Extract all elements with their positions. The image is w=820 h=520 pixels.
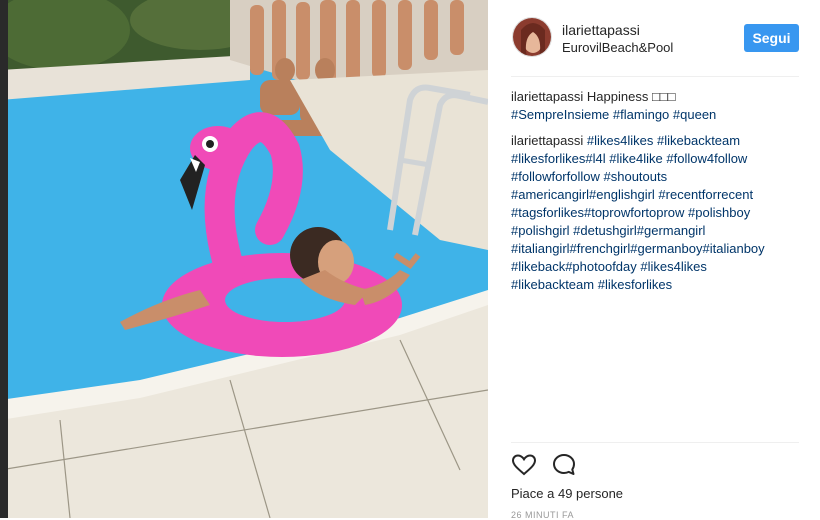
hashtag[interactable]: #followforfollow [511, 169, 600, 184]
comment-caption: ilariettapassi Happiness □□□ #SempreInsi… [511, 88, 799, 124]
comment-text: Happiness [586, 89, 652, 104]
speech-bubble-icon[interactable] [551, 452, 577, 478]
hashtag[interactable]: #polishgirl [511, 223, 570, 238]
hashtag[interactable]: #likesforlikes [598, 277, 672, 292]
post-photo[interactable] [0, 0, 488, 518]
hashtag[interactable]: #italiangirl#frenchgirl#germanboy#italia… [511, 241, 765, 256]
post-details-panel: ilariettapassi EurovilBeach&Pool Segui i… [488, 0, 820, 520]
post-header: ilariettapassi EurovilBeach&Pool Segui [488, 0, 820, 76]
post-timestamp: 26 MINUTI FA [511, 510, 575, 520]
pool-scene-image [0, 0, 488, 518]
hashtag[interactable]: #polishboy [688, 205, 750, 220]
hashtag[interactable]: #likebackteam [511, 277, 594, 292]
hashtag[interactable]: #recentforrecent [658, 187, 753, 202]
comments-list: ilariettapassi Happiness □□□ #SempreInsi… [511, 88, 799, 302]
hashtag[interactable]: #likesforlikes#l4l [511, 151, 606, 166]
hashtag[interactable]: #like4like [609, 151, 662, 166]
hashtag[interactable]: #flamingo [613, 107, 669, 122]
hashtag[interactable]: #likes4likes [587, 133, 653, 148]
avatar[interactable] [512, 17, 552, 57]
actions-divider [511, 442, 799, 443]
hashtag[interactable]: #shoutouts [604, 169, 668, 184]
hashtag[interactable]: #queen [673, 107, 716, 122]
post-location[interactable]: EurovilBeach&Pool [562, 40, 673, 55]
comment-username[interactable]: ilariettapassi [511, 89, 583, 104]
hashtag[interactable]: #detushgirl#germangirl [573, 223, 705, 238]
follow-button[interactable]: Segui [744, 24, 799, 52]
hashtag[interactable]: #likeback#photoofday [511, 259, 637, 274]
comment-username[interactable]: ilariettapassi [511, 133, 583, 148]
hashtag[interactable]: #likebackteam [657, 133, 740, 148]
hashtag[interactable]: #likes4likes [640, 259, 706, 274]
hashtag[interactable]: #SempreInsieme [511, 107, 609, 122]
heart-icon[interactable] [511, 452, 537, 478]
comment-emoji: □□□ [651, 89, 676, 104]
hashtag[interactable]: #follow4follow [666, 151, 747, 166]
post-username[interactable]: ilariettapassi [562, 22, 640, 38]
likes-count[interactable]: Piace a 49 persone [511, 486, 623, 501]
hashtag[interactable]: #americangirl#englishgirl [511, 187, 655, 202]
comment-hashtags: ilariettapassi #likes4likes #likebacktea… [511, 132, 799, 294]
header-divider [511, 76, 799, 77]
hashtag[interactable]: #tagsforlikes#toprowfortoprow [511, 205, 684, 220]
photo-left-edge [0, 0, 8, 518]
